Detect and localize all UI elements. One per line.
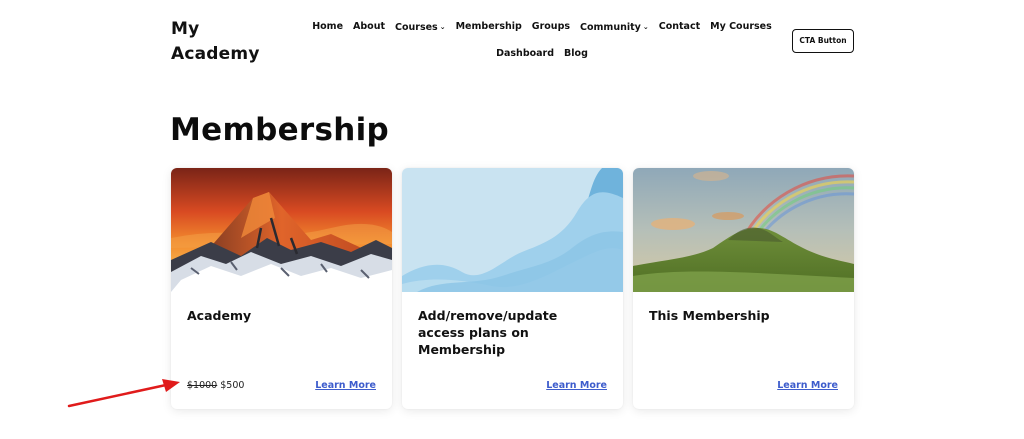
nav-item-dashboard[interactable]: Dashboard	[491, 45, 559, 63]
learn-more-link[interactable]: Learn More	[777, 380, 838, 391]
hill-rainbow-image[interactable]	[633, 168, 854, 292]
nav-item-about[interactable]: About	[348, 18, 390, 37]
old-price: $1000	[187, 380, 218, 391]
nav-item-blog[interactable]: Blog	[559, 45, 593, 63]
card-title[interactable]: This Membership	[649, 307, 839, 324]
cta-button[interactable]: CTA Button	[792, 29, 854, 53]
nav-item-my-courses[interactable]: My Courses	[705, 18, 777, 37]
logo-text-line-1: My	[171, 19, 200, 39]
site-logo[interactable]: My Academy	[171, 17, 260, 67]
nav-item-membership[interactable]: Membership	[451, 18, 527, 37]
page-title: Membership	[170, 112, 390, 148]
nav-item-groups[interactable]: Groups	[527, 18, 575, 37]
nav-item-community[interactable]: Community ⌄	[575, 18, 654, 37]
nav-item-contact[interactable]: Contact	[654, 18, 705, 37]
nav-item-courses[interactable]: Courses ⌄	[390, 18, 451, 37]
membership-card-access-plans: Add/remove/update access plans on Member…	[402, 168, 623, 409]
chevron-down-icon: ⌄	[439, 23, 446, 31]
logo-text-line-2: Academy	[171, 44, 260, 64]
card-title[interactable]: Add/remove/update access plans on Member…	[418, 307, 608, 358]
mountain-sunset-image[interactable]	[171, 168, 392, 292]
chevron-down-icon: ⌄	[642, 23, 649, 31]
nav-item-home[interactable]: Home	[307, 18, 348, 37]
red-arrow-annotation	[67, 379, 180, 408]
learn-more-link[interactable]: Learn More	[315, 380, 376, 391]
card-title[interactable]: Academy	[187, 307, 377, 324]
membership-card-academy: Academy $1000 $500 Learn More	[171, 168, 392, 409]
sale-price: $500	[220, 380, 245, 391]
abstract-waves-image[interactable]	[402, 168, 623, 292]
membership-card-this-membership: This Membership Learn More	[633, 168, 854, 409]
main-nav: Home About Courses ⌄ Membership Groups Co…	[300, 18, 784, 63]
learn-more-link[interactable]: Learn More	[546, 380, 607, 391]
card-price: $1000 $500	[187, 380, 244, 391]
